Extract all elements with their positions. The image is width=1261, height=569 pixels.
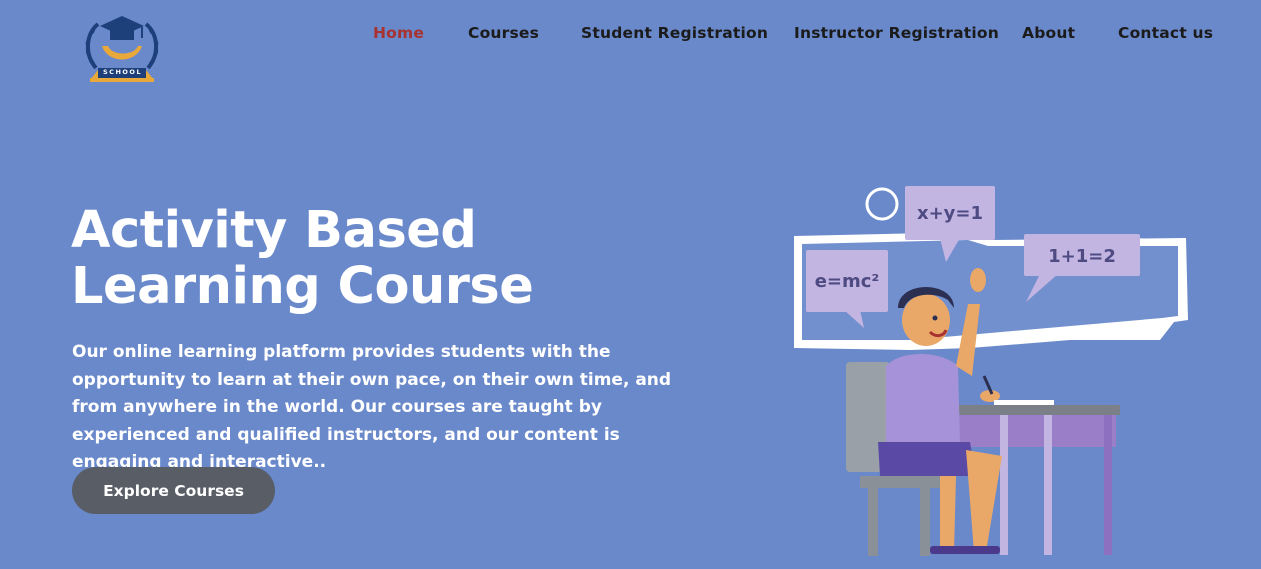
nav-home[interactable]: Home — [373, 24, 424, 42]
school-logo[interactable]: SCHOOL — [80, 10, 164, 86]
nav-about[interactable]: About — [1022, 24, 1075, 42]
nav-student-registration[interactable]: Student Registration — [581, 24, 768, 42]
hero-title-line-2: Learning Course — [71, 257, 534, 316]
main-nav: Home Courses Student Registration Instru… — [0, 24, 1261, 48]
hero-title-line-1: Activity Based — [71, 201, 477, 260]
explore-courses-button[interactable]: Explore Courses — [72, 467, 275, 514]
student-illustration: e=mc² x+y=1 1+1=2 — [790, 180, 1190, 560]
logo-text: SCHOOL — [103, 68, 143, 76]
hero-title: Activity Based Learning Course — [71, 203, 631, 315]
bubble-text-2: x+y=1 — [917, 203, 983, 224]
student-at-desk-illustration: e=mc² x+y=1 1+1=2 — [794, 186, 1188, 556]
nav-courses[interactable]: Courses — [468, 24, 539, 42]
nav-instructor-registration[interactable]: Instructor Registration — [794, 24, 999, 42]
hero-description: Our online learning platform provides st… — [72, 342, 672, 472]
nav-contact-us[interactable]: Contact us — [1118, 24, 1213, 42]
bubble-text-3: 1+1=2 — [1048, 246, 1116, 267]
bubble-text-1: e=mc² — [815, 271, 880, 292]
